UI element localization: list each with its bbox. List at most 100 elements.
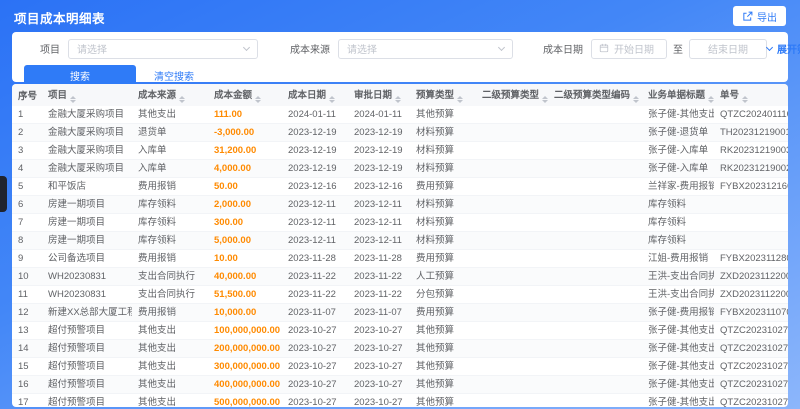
cell-cost-amount: 10.00: [208, 249, 282, 268]
sort-carets-icon[interactable]: [742, 95, 749, 104]
cell-sub-budget-code: [548, 285, 642, 304]
cell-doc-title: 王洪-支出合同执行: [642, 267, 714, 286]
column-header-label: 项目: [48, 89, 68, 101]
cell-sub-budget-type: [476, 231, 548, 250]
cell-cost-amount: 40,000.00: [208, 267, 282, 286]
sort-carets-icon[interactable]: [255, 95, 262, 104]
cell-cost-source: 支出合同执行: [132, 285, 208, 304]
sort-carets-icon[interactable]: [329, 95, 336, 104]
table-row[interactable]: 17 超付预警项目 其他支出 500,000,000.00 2023-10-27 2023…: [12, 393, 788, 407]
column-header-approval-date[interactable]: 审批日期: [348, 84, 410, 106]
sort-carets-icon[interactable]: [708, 95, 714, 104]
cell-budget-type: 费用预算: [410, 177, 476, 196]
search-button[interactable]: 搜索: [24, 65, 136, 86]
column-header-cost-amount[interactable]: 成本金额: [208, 84, 282, 106]
cell-sub-budget-code: [548, 339, 642, 358]
table-row[interactable]: 3 金融大厦采购项目 入库单 31,200.00 2023-12-19 2023-12-1…: [12, 141, 788, 160]
sort-carets-icon[interactable]: [633, 95, 640, 104]
sort-carets-icon[interactable]: [542, 95, 548, 104]
export-button[interactable]: 导出: [733, 6, 786, 26]
table-row[interactable]: 6 房建一期项目 库存领料 2,000.00 2023-12-11 2023-12-11 材…: [12, 195, 788, 214]
cost-source-select[interactable]: 请选择: [338, 38, 513, 59]
table-row[interactable]: 8 房建一期项目 库存领料 5,000.00 2023-12-11 2023-12-11 材…: [12, 231, 788, 250]
table-row[interactable]: 15 超付预警项目 其他支出 300,000,000.00 2023-10-27 2023…: [12, 357, 788, 376]
cell-cost-date: 2023-11-07: [282, 303, 348, 322]
cell-doc-title: 库存领料: [642, 195, 714, 214]
column-header-index: 序号: [12, 84, 42, 106]
cell-sub-budget-type: [476, 393, 548, 407]
sort-carets-icon[interactable]: [395, 95, 402, 104]
sort-carets-icon[interactable]: [457, 95, 464, 104]
table-row[interactable]: 13 超付预警项目 其他支出 100,000,000.00 2023-10-27 2023…: [12, 321, 788, 340]
cell-cost-source: 其他支出: [132, 375, 208, 394]
expand-filter-label: 展开筛选: [777, 45, 800, 56]
table-row[interactable]: 2 金融大厦采购项目 退货单 -3,000.00 2023-12-19 2023-12-1…: [12, 123, 788, 142]
cell-doc-title: 库存领料: [642, 231, 714, 250]
cell-cost-source: 其他支出: [132, 321, 208, 340]
cell-index: 6: [12, 195, 42, 214]
cell-project: WH20230831: [42, 285, 132, 304]
table-row[interactable]: 5 和平饭店 费用报销 50.00 2023-12-16 2023-12-16 费用预算 兰祥…: [12, 177, 788, 196]
cell-sub-budget-type: [476, 321, 548, 340]
cell-cost-amount: 100,000,000.00: [208, 321, 282, 340]
cell-budget-type: 材料预算: [410, 231, 476, 250]
cell-budget-type: 其他预算: [410, 375, 476, 394]
cell-index: 15: [12, 357, 42, 376]
cell-sub-budget-code: [548, 303, 642, 322]
cell-cost-source: 退货单: [132, 123, 208, 142]
table-row[interactable]: 12新建XX总部大厦工程二期费用报销10,000.002023-11-07202…: [12, 303, 788, 322]
column-header-cost-source[interactable]: 成本来源: [132, 84, 208, 106]
table-row[interactable]: 10 WH20230831 支出合同执行 40,000.00 2023-11-22 202…: [12, 267, 788, 286]
column-header-project[interactable]: 项目: [42, 84, 132, 106]
column-header-label: 单号: [720, 89, 740, 101]
cell-sub-budget-type: [476, 303, 548, 322]
cell-approval-date: 2023-11-28: [348, 249, 410, 268]
cell-cost-date: 2023-10-27: [282, 375, 348, 394]
table-row[interactable]: 4 金融大厦采购项目 入库单 4,000.00 2023-12-19 2023-12-19…: [12, 159, 788, 178]
cell-cost-amount: -3,000.00: [208, 123, 282, 142]
cell-doc-no: ZXD20231122002: [714, 267, 788, 286]
cell-approval-date: 2023-12-16: [348, 177, 410, 196]
sort-carets-icon[interactable]: [179, 95, 186, 104]
start-date-input[interactable]: 开始日期: [591, 38, 667, 59]
cell-doc-title: 张子健-其他支出: [642, 321, 714, 340]
column-header-sub-budget-type[interactable]: 二级预算类型: [476, 84, 548, 106]
side-drawer-handle[interactable]: [0, 176, 7, 212]
column-header-sub-budget-code[interactable]: 二级预算类型编码: [548, 84, 642, 106]
clear-search-link[interactable]: 清空搜索: [154, 68, 194, 83]
export-button-label: 导出: [757, 12, 777, 24]
table-body: 1 金融大厦采购项目 其他支出 111.00 2024-01-11 2024-01-11 其…: [12, 106, 788, 407]
table-row[interactable]: 14 超付预警项目 其他支出 200,000,000.00 2023-10-27 2023…: [12, 339, 788, 358]
cell-cost-date: 2023-12-16: [282, 177, 348, 196]
cell-index: 13: [12, 321, 42, 340]
column-header-budget-type[interactable]: 预算类型: [410, 84, 476, 106]
table-row[interactable]: 1 金融大厦采购项目 其他支出 111.00 2024-01-11 2024-01-11 其…: [12, 106, 788, 124]
cost-detail-table: 序号 项目 成本来源 成本金额 成本日期 审批日期 预算类型 二级预算类型 二级预算类型编码 业务…: [12, 84, 788, 407]
table-row[interactable]: 7 房建一期项目 库存领料 300.00 2023-12-11 2023-12-11 材料预…: [12, 213, 788, 232]
cell-cost-amount: 400,000,000.00: [208, 375, 282, 394]
cell-sub-budget-type: [476, 267, 548, 286]
cell-cost-source: 费用报销: [132, 177, 208, 196]
cost-date-filter-label: 成本日期: [543, 45, 583, 56]
cost-source-select-placeholder: 请选择: [347, 45, 377, 56]
end-date-input[interactable]: 结束日期: [689, 38, 767, 59]
project-select[interactable]: 请选择: [68, 38, 258, 59]
table-row[interactable]: 16 超付预警项目 其他支出 400,000,000.00 2023-10-27 2023…: [12, 375, 788, 394]
cell-approval-date: 2023-11-22: [348, 285, 410, 304]
cell-index: 16: [12, 375, 42, 394]
cell-project: 超付预警项目: [42, 339, 132, 358]
cell-sub-budget-code: [548, 177, 642, 196]
cell-budget-type: 分包预算: [410, 285, 476, 304]
cell-cost-amount: 10,000.00: [208, 303, 282, 322]
expand-filter-link[interactable]: 展开筛选: [765, 41, 800, 56]
column-header-cost-date[interactable]: 成本日期: [282, 84, 348, 106]
table-row[interactable]: 11 WH20230831 支出合同执行 51,500.00 2023-11-22 202…: [12, 285, 788, 304]
cell-budget-type: 材料预算: [410, 141, 476, 160]
cell-cost-amount: 4,000.00: [208, 159, 282, 178]
table-row[interactable]: 9 公司备选项目 费用报销 10.00 2023-11-28 2023-11-28 费用预算…: [12, 249, 788, 268]
column-header-doc-title[interactable]: 业务单据标题: [642, 84, 714, 106]
column-header-label: 成本来源: [138, 89, 177, 101]
column-header-doc-no[interactable]: 单号: [714, 84, 788, 106]
sort-carets-icon[interactable]: [70, 95, 77, 104]
cell-cost-amount: 300,000,000.00: [208, 357, 282, 376]
